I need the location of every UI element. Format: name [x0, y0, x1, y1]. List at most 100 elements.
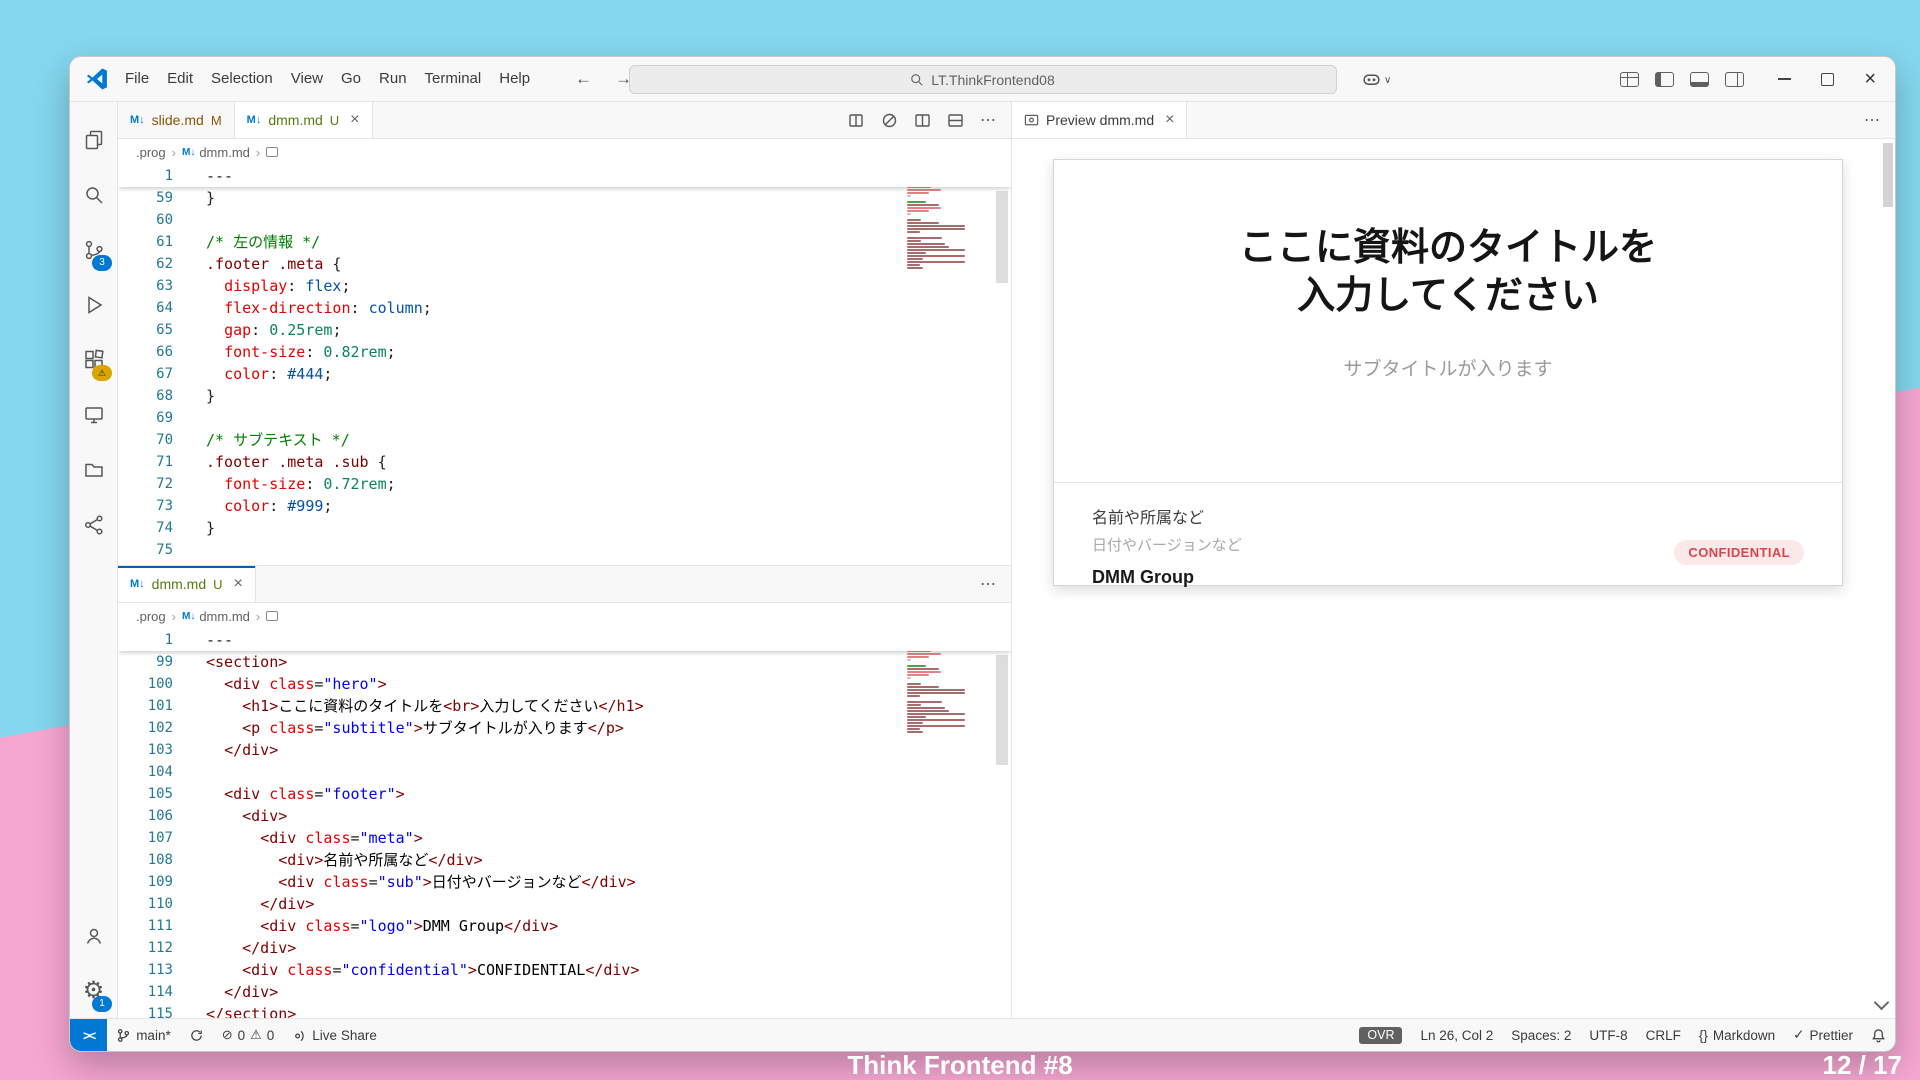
- copilot-menu[interactable]: ∨: [1362, 57, 1391, 101]
- minimap-line: [907, 267, 923, 269]
- code-line: 113 <div class="confidential">CONFIDENTI…: [118, 959, 1011, 981]
- code-text: display: flex;: [206, 275, 350, 297]
- breadcrumb-label: .prog: [136, 608, 166, 624]
- toggle-secondary-sidebar-icon[interactable]: [1725, 71, 1745, 87]
- scrollbar-thumb-top[interactable]: [996, 191, 1008, 283]
- menu-help[interactable]: Help: [490, 57, 539, 101]
- containers-icon[interactable]: [70, 442, 117, 497]
- breadcrumb-item[interactable]: M↓ dmm.md: [182, 609, 250, 624]
- token: "confidential": [341, 961, 468, 979]
- minimize-button[interactable]: [1778, 78, 1792, 80]
- tab-preview-dmm-md[interactable]: Preview dmm.md ×: [1012, 102, 1188, 138]
- toggle-sidebar-icon[interactable]: [1655, 71, 1675, 87]
- token: ;: [386, 343, 396, 361]
- breadcrumb-item[interactable]: .prog: [136, 145, 166, 160]
- minimap-line: [907, 210, 930, 212]
- menu-view[interactable]: View: [282, 57, 332, 101]
- more-actions-icon[interactable]: ⋯: [980, 574, 997, 594]
- encoding-status[interactable]: UTF-8: [1580, 1019, 1636, 1051]
- code-line: 70 /* サブテキスト */: [118, 429, 1011, 451]
- code-text: <h1>ここに資料のタイトルを<br>入力してください</h1>: [206, 695, 644, 717]
- slide-footer: 名前や所属など 日付やバージョンなど DMM Group CONFIDENTIA…: [1092, 482, 1804, 587]
- run-debug-icon[interactable]: [70, 277, 117, 332]
- close-icon[interactable]: ×: [1165, 111, 1174, 129]
- git-status-badge: U: [329, 112, 340, 128]
- eol-status[interactable]: CRLF: [1637, 1019, 1690, 1051]
- scrollbar-thumb-bottom[interactable]: [996, 655, 1008, 765]
- remote-explorer-icon[interactable]: [70, 387, 117, 442]
- minimap-line: [907, 213, 911, 215]
- indentation-status[interactable]: Spaces: 2: [1502, 1019, 1580, 1051]
- minimap-line: [907, 228, 965, 230]
- tab-label: slide.md: [151, 112, 204, 128]
- tab-label: dmm.md: [151, 576, 207, 592]
- tab-dmm-md[interactable]: M↓ dmm.md U ×: [118, 566, 256, 602]
- extensions-icon[interactable]: ⚠: [70, 332, 117, 387]
- tab-slide-md[interactable]: M↓ slide.md M: [118, 102, 235, 138]
- close-window-button[interactable]: ×: [1864, 57, 1876, 101]
- minimap-line: [907, 728, 920, 730]
- minimap-line: [907, 264, 920, 266]
- more-actions-icon[interactable]: ⋯: [980, 110, 997, 130]
- status-bar: >< main* ⊘ 0 ⚠ 0 Live Share OVR Ln 26, C…: [70, 1018, 1895, 1051]
- branch-status[interactable]: main*: [107, 1019, 180, 1051]
- live-share-sidebar-icon[interactable]: [70, 497, 117, 552]
- editor-bottom[interactable]: 1 --- 99 <section> 100 <div class="hero"> 101…: [118, 629, 1011, 1018]
- notifications-bell[interactable]: [1862, 1019, 1895, 1051]
- language-mode[interactable]: {} Markdown: [1690, 1019, 1784, 1051]
- minimap-line: [907, 674, 930, 676]
- live-share-status[interactable]: Live Share: [283, 1019, 386, 1051]
- slide-subtitle: サブタイトルが入ります: [1343, 359, 1553, 380]
- preview-scrollbar[interactable]: [1883, 143, 1893, 207]
- code-text: <section>: [206, 651, 287, 673]
- explorer-icon[interactable]: [70, 112, 117, 167]
- menu-file[interactable]: File: [116, 57, 158, 101]
- cursor-position[interactable]: Ln 26, Col 2: [1411, 1019, 1502, 1051]
- tab-strip-top-tabs: M↓ slide.md M M↓ dmm.md U ×: [118, 102, 373, 138]
- formatter-status[interactable]: ✓ Prettier: [1784, 1019, 1862, 1051]
- more-actions-icon[interactable]: ⋯: [1864, 110, 1881, 130]
- toggle-layout-icon[interactable]: [947, 112, 964, 129]
- close-icon[interactable]: ×: [350, 111, 359, 129]
- search-sidebar-icon[interactable]: [70, 167, 117, 222]
- menu-run[interactable]: Run: [370, 57, 416, 101]
- menu-edit[interactable]: Edit: [158, 57, 202, 101]
- line-number: 100: [147, 676, 173, 692]
- toggle-panel-icon[interactable]: [1690, 71, 1710, 87]
- close-icon[interactable]: ×: [234, 575, 243, 593]
- split-editor-icon[interactable]: [914, 112, 931, 129]
- line-number: 74: [156, 520, 173, 536]
- editor-bottom-lines: 1 --- 99 <section> 100 <div class="hero"> 101…: [118, 629, 1011, 1018]
- code-text: font-size: 0.82rem;: [206, 341, 396, 363]
- code-text: <div class="meta">: [206, 827, 423, 849]
- token: <div: [242, 961, 279, 979]
- back-icon[interactable]: ←: [575, 57, 592, 101]
- accounts-icon[interactable]: [70, 908, 117, 963]
- settings-gear-icon[interactable]: ⚙ 1: [70, 963, 117, 1018]
- problems-status[interactable]: ⊘ 0 ⚠ 0: [213, 1019, 284, 1051]
- sync-status[interactable]: [180, 1019, 213, 1051]
- menu-go[interactable]: Go: [332, 57, 370, 101]
- minimap-line: [907, 201, 927, 203]
- open-changes-icon[interactable]: [881, 112, 898, 129]
- scroll-down-chevron-icon[interactable]: [1873, 994, 1890, 1011]
- source-control-icon[interactable]: 3: [70, 222, 117, 277]
- symbol-icon[interactable]: [266, 147, 279, 157]
- menu-selection[interactable]: Selection: [202, 57, 282, 101]
- editor-top[interactable]: 1 --- 59} 60 61/* 左の情報 */62 .footer .meta {63…: [118, 165, 1011, 565]
- code-text: }: [206, 385, 215, 407]
- token: :: [350, 299, 369, 317]
- menu-terminal[interactable]: Terminal: [416, 57, 491, 101]
- breadcrumb-item[interactable]: M↓ dmm.md: [182, 145, 250, 160]
- breadcrumb-item[interactable]: .prog: [136, 609, 166, 624]
- symbol-icon[interactable]: [266, 611, 279, 621]
- tab-dmm-md[interactable]: M↓ dmm.md U ×: [234, 102, 373, 138]
- remote-indicator[interactable]: ><: [70, 1019, 108, 1051]
- maximize-button[interactable]: [1821, 72, 1835, 86]
- open-preview-side-icon[interactable]: [848, 112, 865, 129]
- customize-layout-icon[interactable]: [1620, 71, 1640, 87]
- command-center-search[interactable]: LT.ThinkFrontend08: [628, 65, 1337, 94]
- overtype-indicator[interactable]: OVR: [1350, 1019, 1411, 1051]
